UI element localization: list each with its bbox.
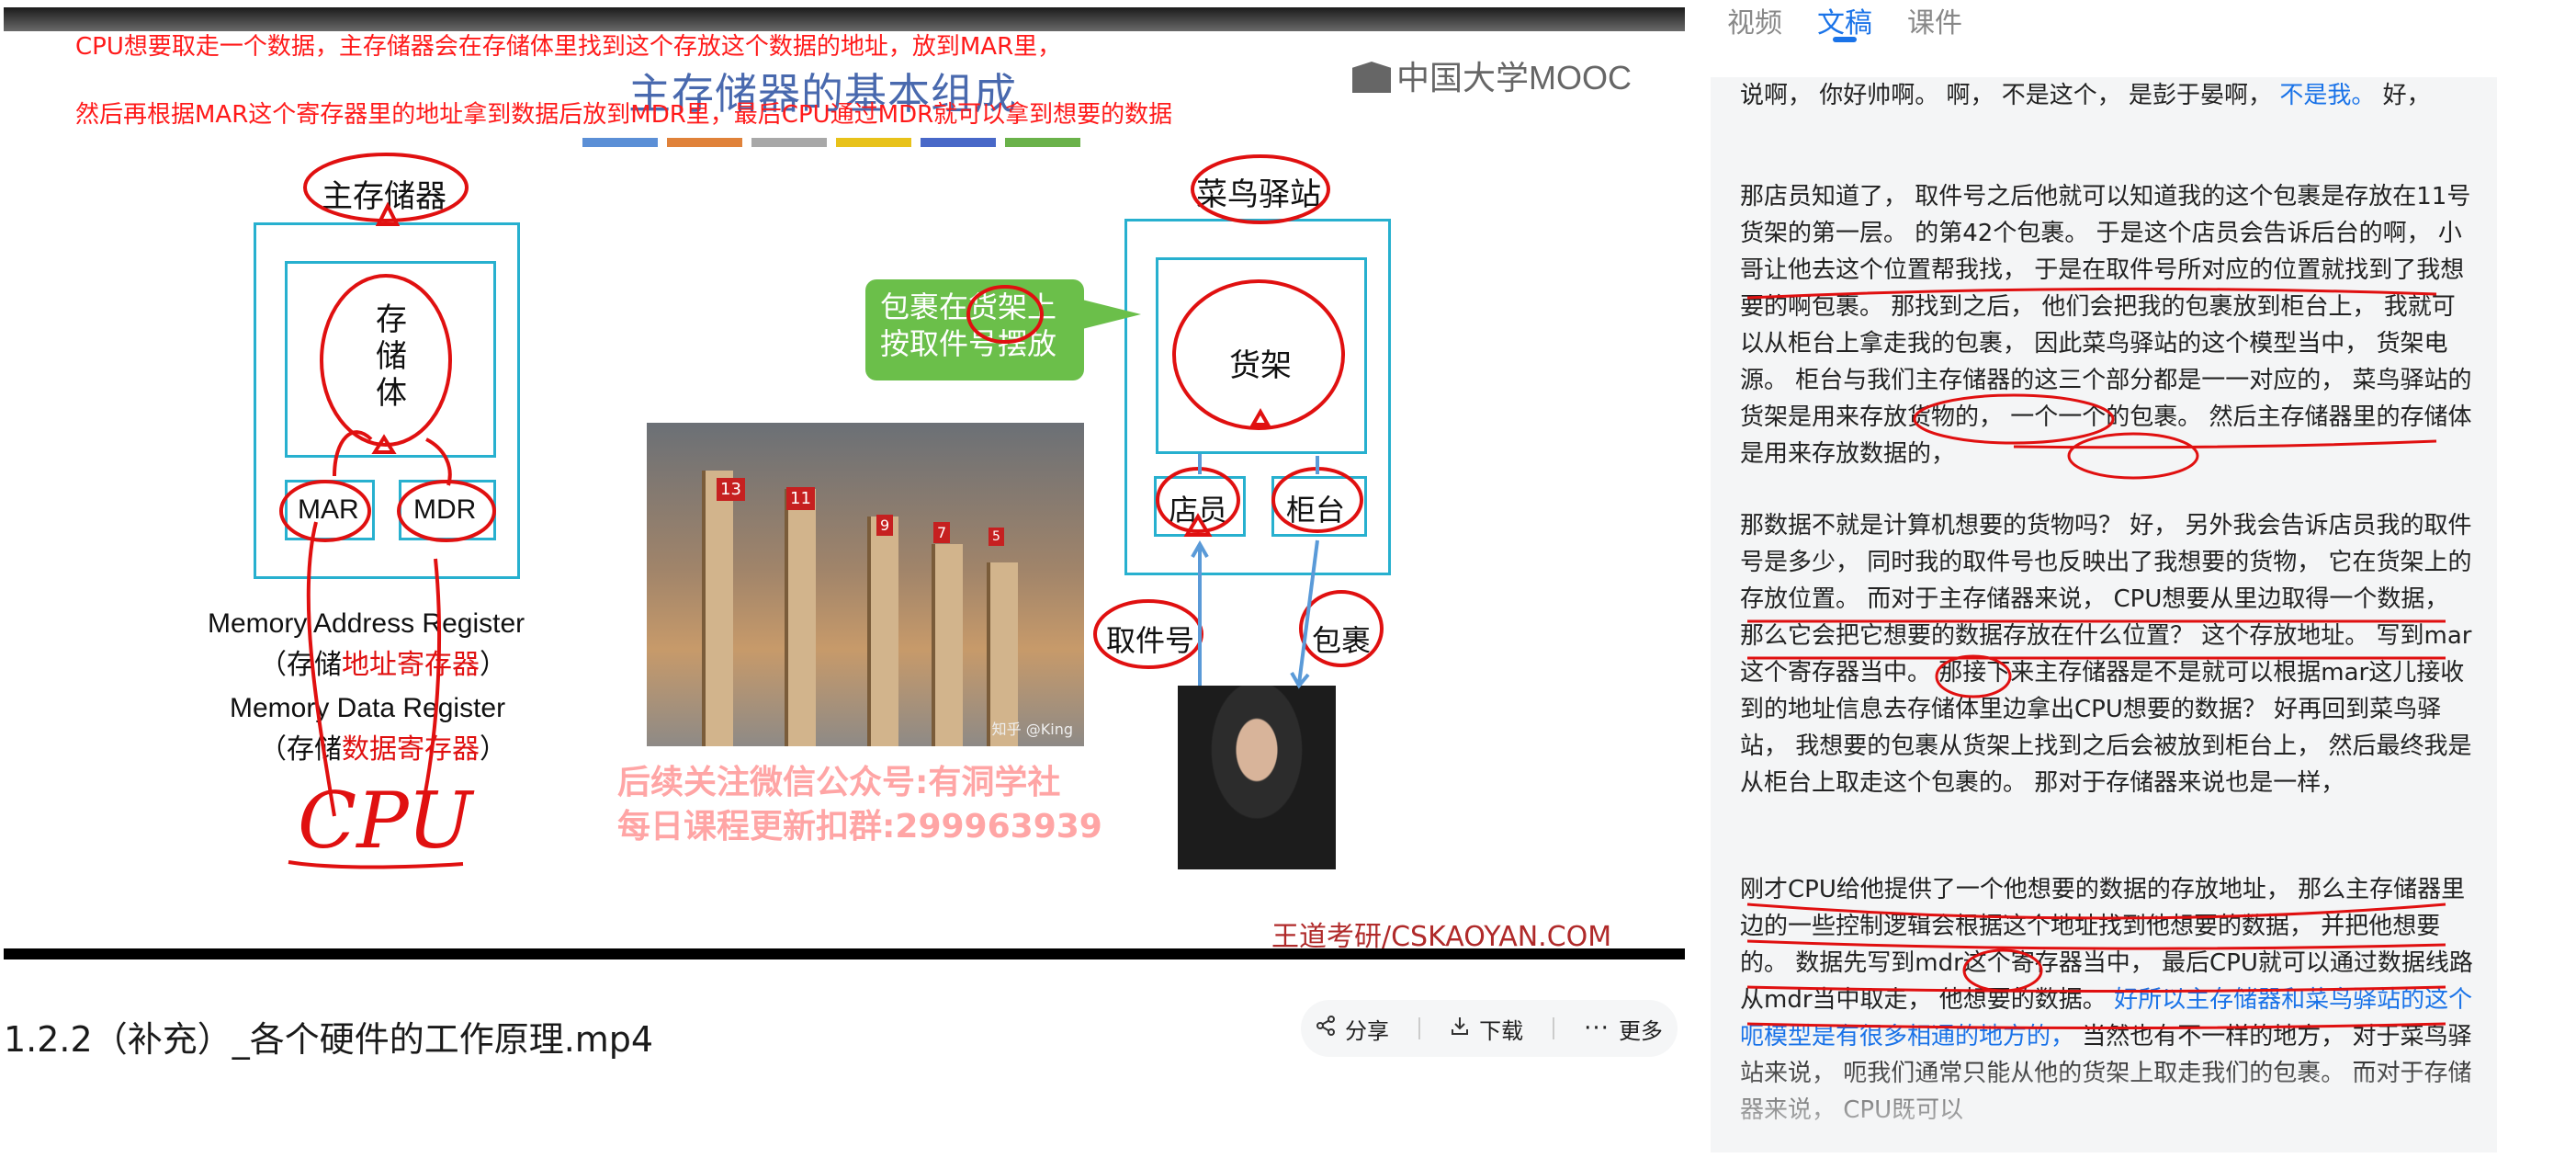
annotation-circle (1191, 154, 1330, 224)
video-player[interactable]: CPU想要取走一个数据，主存储器会在存储体里找到这个存放这个数据的地址，放到MA… (4, 7, 1685, 959)
annotation-arrow (306, 521, 336, 817)
annotation-underline (1746, 619, 2446, 623)
annotation-circle (1172, 279, 1345, 430)
annotation-underline (1746, 655, 2446, 660)
transcript-panel[interactable]: 说啊， 你好帅啊。 啊， 不是这个， 是彭于晏啊， 不是我。 好， 那店员知道了… (1711, 77, 2497, 1152)
more-icon: ··· (1584, 1015, 1610, 1042)
tab-transcript[interactable]: 文稿 (1817, 0, 1872, 46)
flow-arrow (1297, 539, 1319, 685)
more-button[interactable]: ··· 更多 (1584, 1013, 1663, 1045)
download-button[interactable]: 下载 (1450, 1013, 1523, 1045)
annotation-arrow (425, 437, 452, 486)
download-label: 下载 (1479, 1017, 1524, 1044)
annotation-circle (1156, 467, 1240, 533)
annotation-circle (1962, 948, 2043, 993)
annotation-underline (1746, 287, 2437, 300)
annotation-arrow (1249, 407, 1271, 426)
divider (1418, 1017, 1421, 1039)
annotation-circle (1935, 654, 2012, 698)
more-label: 更多 (1618, 1017, 1663, 1044)
share-icon (1316, 1016, 1336, 1041)
annotation-circle (397, 480, 496, 542)
share-label: 分享 (1345, 1017, 1390, 1044)
tab-courseware[interactable]: 课件 (1907, 0, 1962, 46)
transcript-fade (1711, 1051, 2497, 1152)
annotation-arrow (421, 558, 442, 808)
annotation-circle (1299, 590, 1384, 667)
annotation-circle (1093, 599, 1203, 669)
annotation-underline (1746, 985, 2446, 993)
annotation-circle (2067, 432, 2199, 480)
download-icon (1450, 1016, 1470, 1041)
annotation-circle (1913, 393, 2115, 445)
annotation-underline (288, 860, 464, 869)
annotation-circle (966, 285, 1044, 344)
annotation-circle (279, 480, 371, 542)
tab-video[interactable]: 视频 (1727, 0, 1782, 46)
side-tabs: 视频 文稿 课件 (1727, 0, 1962, 46)
annotation-underline (1746, 903, 2446, 920)
video-title: 1.2.2（补充）_各个硬件的工作原理.mp4 (4, 1019, 654, 1060)
share-button[interactable]: 分享 (1316, 1013, 1389, 1045)
annotation-circle (1271, 467, 1363, 533)
transcript-annotations-overlay (1746, 287, 2446, 1029)
video-annotations-overlay (279, 153, 1384, 869)
annotation-circle (320, 274, 452, 447)
annotation-underline (1746, 939, 2446, 950)
video-action-bar: 分享 下载 ··· 更多 (1301, 1000, 1678, 1057)
annotation-underline (1746, 1022, 2446, 1029)
divider (1553, 1017, 1555, 1039)
